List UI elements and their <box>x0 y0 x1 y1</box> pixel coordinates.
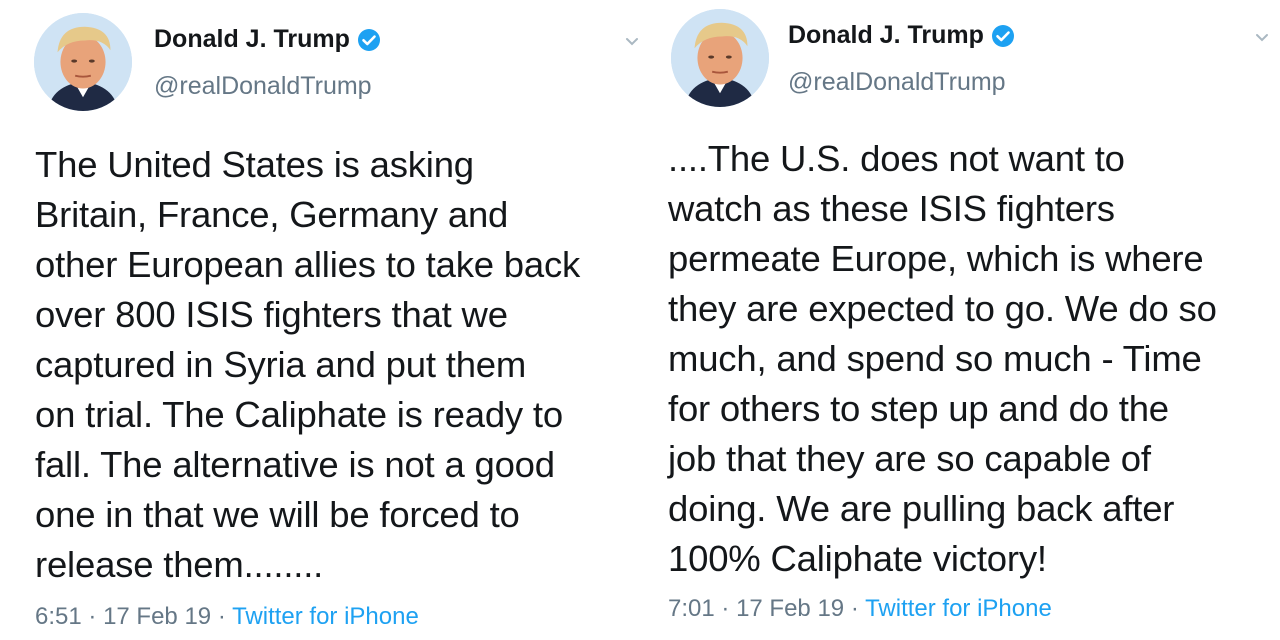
meta-separator: · <box>850 595 859 622</box>
tweet-date[interactable]: 17 Feb 19 <box>736 595 844 622</box>
author-handle[interactable]: @realDonaldTrump <box>154 72 372 101</box>
author-name[interactable]: Donald J. Trump <box>788 21 984 50</box>
tweet-card-2: Donald J. Trump @realDonaldTrump ....The… <box>640 0 1280 640</box>
chevron-down-icon[interactable] <box>624 36 640 48</box>
avatar[interactable] <box>671 9 769 107</box>
author-handle[interactable]: @realDonaldTrump <box>788 68 1006 97</box>
tweet-meta: 6:51 · 17 Feb 19 · Twitter for iPhone <box>35 603 419 631</box>
tweet-card-1: Donald J. Trump @realDonaldTrump The Uni… <box>0 0 640 640</box>
tweet-source-link[interactable]: Twitter for iPhone <box>232 603 419 630</box>
tweet-date[interactable]: 17 Feb 19 <box>103 603 211 630</box>
tweet-time[interactable]: 7:01 <box>668 595 715 622</box>
avatar[interactable] <box>34 13 132 111</box>
tweet-time[interactable]: 6:51 <box>35 603 82 630</box>
verified-badge-icon <box>357 28 381 52</box>
meta-separator: · <box>721 595 730 622</box>
meta-separator: · <box>88 603 97 630</box>
author-name-row[interactable]: Donald J. Trump <box>154 25 381 54</box>
tweet-text: The United States is asking Britain, Fra… <box>35 144 581 585</box>
tweet-meta: 7:01 · 17 Feb 19 · Twitter for iPhone <box>668 595 1052 623</box>
chevron-down-icon[interactable] <box>1254 32 1270 44</box>
avatar-portrait <box>671 9 769 107</box>
tweet-text: ....The U.S. does not want to watch as t… <box>668 138 1217 579</box>
verified-badge-icon <box>991 24 1015 48</box>
author-name-row[interactable]: Donald J. Trump <box>788 21 1015 50</box>
author-name[interactable]: Donald J. Trump <box>154 25 350 54</box>
meta-separator: · <box>217 603 226 630</box>
avatar-portrait <box>34 13 132 111</box>
tweet-source-link[interactable]: Twitter for iPhone <box>865 595 1052 622</box>
